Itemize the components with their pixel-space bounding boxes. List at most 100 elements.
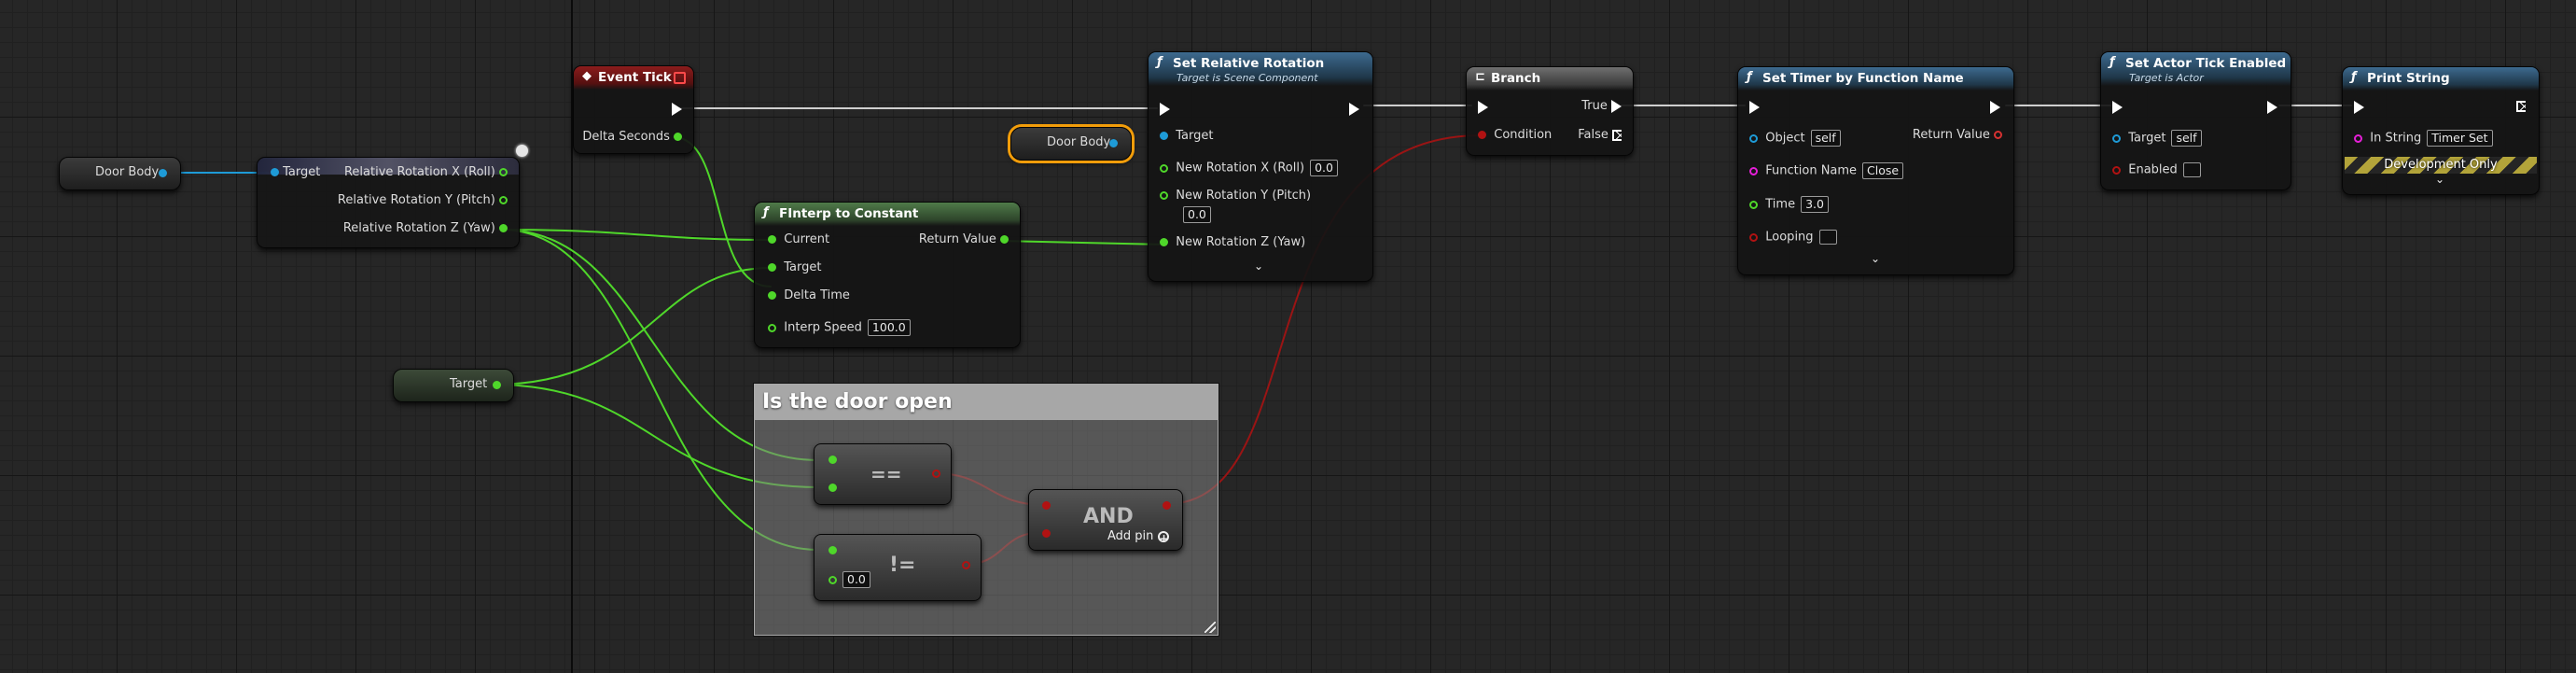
set-timer-title: Set Timer by Function Name — [1762, 71, 1964, 86]
and-operator-node[interactable]: AND Add pin + — [1028, 489, 1183, 551]
delta-time-input-pin[interactable] — [768, 291, 776, 300]
target-variable-label: Target — [450, 377, 488, 391]
set-actor-tick-subtitle: Target is Actor — [2129, 72, 2204, 84]
function-name-input-pin[interactable] — [1749, 166, 1758, 175]
exec-input-pin[interactable] — [2112, 101, 2123, 114]
rotation-y-output-pin[interactable] — [499, 196, 508, 204]
return-value-pin[interactable] — [1994, 131, 2002, 139]
target-input-pin[interactable] — [768, 263, 776, 272]
looping-input-pin[interactable] — [1749, 232, 1758, 242]
print-string-node[interactable]: ƒ Print String In String Timer Set Develo… — [2342, 66, 2540, 195]
target-input-pin[interactable] — [1160, 132, 1168, 140]
interp-speed-label: Interp Speed — [784, 320, 862, 335]
door-body-variable-node[interactable]: Door Body — [59, 157, 181, 190]
time-input-pin[interactable] — [1749, 200, 1758, 209]
rotation-x-field[interactable]: 0.0 — [1310, 160, 1338, 176]
target-input-pin[interactable] — [271, 168, 279, 176]
exec-input-pin[interactable] — [2354, 101, 2364, 114]
rotation-y-field[interactable]: 0.0 — [1183, 206, 1211, 223]
object-field[interactable]: self — [1810, 130, 1841, 147]
function-icon: ƒ — [1747, 70, 1752, 84]
rotation-x-output-pin[interactable] — [499, 168, 508, 176]
enabled-checkbox[interactable] — [2182, 162, 2201, 177]
looping-label: Looping — [1765, 230, 1814, 245]
result-output-pin[interactable] — [932, 470, 940, 478]
result-output-pin[interactable] — [1163, 501, 1171, 510]
target-input-pin[interactable] — [2112, 133, 2121, 143]
set-relative-rotation-title: Set Relative Rotation — [1173, 56, 1325, 71]
object-output-pin[interactable] — [159, 169, 167, 177]
current-label: Current — [784, 232, 830, 246]
exec-output-pin[interactable] — [1349, 103, 1359, 116]
b-input-pin[interactable] — [1042, 529, 1051, 538]
condition-label: Condition — [1494, 128, 1553, 142]
a-input-pin[interactable] — [1042, 501, 1051, 510]
exec-input-pin[interactable] — [1160, 103, 1170, 116]
break-rotation-node[interactable]: Target Relative Rotation X (Roll) Relati… — [257, 157, 520, 248]
interp-speed-input-pin[interactable] — [768, 323, 776, 332]
branch-node[interactable]: ⊏ Branch True Condition False — [1466, 66, 1634, 156]
result-output-pin[interactable] — [962, 561, 970, 569]
target-variable-node[interactable]: Target — [393, 369, 514, 402]
add-pin-label: Add pin — [1107, 529, 1154, 543]
true-exec-pin[interactable] — [1611, 99, 1622, 113]
in-string-field[interactable]: Timer Set — [2427, 130, 2493, 147]
a-input-pin[interactable] — [828, 456, 837, 464]
enabled-input-pin[interactable] — [2112, 165, 2121, 175]
add-pin-button[interactable]: Add pin + — [1107, 529, 1169, 544]
development-only-label: Development Only — [2384, 158, 2498, 172]
set-timer-node[interactable]: ƒ Set Timer by Function Name Object self … — [1737, 66, 2014, 275]
return-value-pin[interactable] — [1000, 235, 1009, 244]
exec-input-pin[interactable] — [1749, 101, 1760, 114]
branch-icon: ⊏ — [1475, 70, 1485, 84]
exec-input-pin[interactable] — [1478, 101, 1488, 114]
rotation-z-output-pin[interactable] — [499, 224, 508, 232]
object-output-pin[interactable] — [1109, 139, 1118, 147]
set-actor-tick-enabled-node[interactable]: ƒ Set Actor Tick Enabled Target is Actor… — [2100, 51, 2291, 190]
delta-seconds-pin[interactable] — [674, 133, 682, 141]
object-input-pin[interactable] — [1749, 133, 1758, 143]
chevron-down-icon[interactable]: ⌄ — [2435, 173, 2444, 186]
in-string-input-pin[interactable] — [2354, 133, 2362, 143]
time-field[interactable]: 3.0 — [1801, 196, 1829, 213]
event-tick-node[interactable]: ◆ Event Tick Delta Seconds — [573, 65, 694, 154]
resize-handle-icon[interactable] — [1204, 622, 1216, 633]
delta-seconds-label: Delta Seconds — [582, 130, 670, 144]
set-actor-tick-title: Set Actor Tick Enabled — [2125, 56, 2287, 71]
door-body-variable-selected-node[interactable]: Door Body — [1010, 127, 1132, 161]
b-input-pin[interactable] — [828, 576, 837, 584]
target-field[interactable]: self — [2171, 130, 2202, 147]
b-input-pin[interactable] — [828, 484, 837, 492]
event-tick-title: Event Tick — [598, 70, 672, 85]
interp-speed-field[interactable]: 100.0 — [867, 319, 911, 336]
set-relative-rotation-header: ƒ Set Relative Rotation Target is Scene … — [1149, 52, 1372, 86]
development-only-banner: Development Only — [2345, 157, 2537, 174]
current-input-pin[interactable] — [768, 235, 776, 244]
float-output-pin[interactable] — [493, 381, 501, 389]
exec-output-pin[interactable] — [2516, 101, 2526, 112]
looping-checkbox[interactable] — [1818, 230, 1837, 245]
exec-output-pin[interactable] — [672, 103, 682, 116]
set-relative-rotation-node[interactable]: ƒ Set Relative Rotation Target is Scene … — [1148, 51, 1373, 282]
function-icon: ƒ — [2351, 70, 2357, 84]
condition-input-pin[interactable] — [1478, 131, 1486, 139]
event-delegate-icon[interactable] — [674, 72, 686, 84]
rotation-y-input-pin[interactable] — [1160, 191, 1168, 200]
target-pin-label: Target — [283, 165, 321, 179]
chevron-down-icon[interactable]: ⌄ — [1254, 259, 1263, 273]
door-body-selected-label: Door Body — [1047, 135, 1111, 149]
finterp-to-constant-node[interactable]: ƒ FInterp to Constant Current Return Val… — [754, 202, 1021, 348]
not-equal-operator-node[interactable]: 0.0 != — [814, 534, 982, 601]
exec-output-pin[interactable] — [2267, 101, 2277, 114]
exec-output-pin[interactable] — [1990, 101, 2000, 114]
false-exec-pin[interactable] — [1612, 129, 1622, 141]
rotation-z-input-pin[interactable] — [1160, 238, 1168, 246]
b-value-field[interactable]: 0.0 — [842, 571, 870, 588]
equal-operator-node[interactable]: == — [814, 443, 952, 505]
a-input-pin[interactable] — [828, 546, 837, 554]
chevron-down-icon[interactable]: ⌄ — [1871, 252, 1880, 265]
comment-title: Is the door open — [755, 385, 1218, 420]
function-name-field[interactable]: Close — [1862, 162, 1904, 179]
rotation-x-input-pin[interactable] — [1160, 163, 1168, 173]
function-icon: ƒ — [1157, 55, 1163, 69]
